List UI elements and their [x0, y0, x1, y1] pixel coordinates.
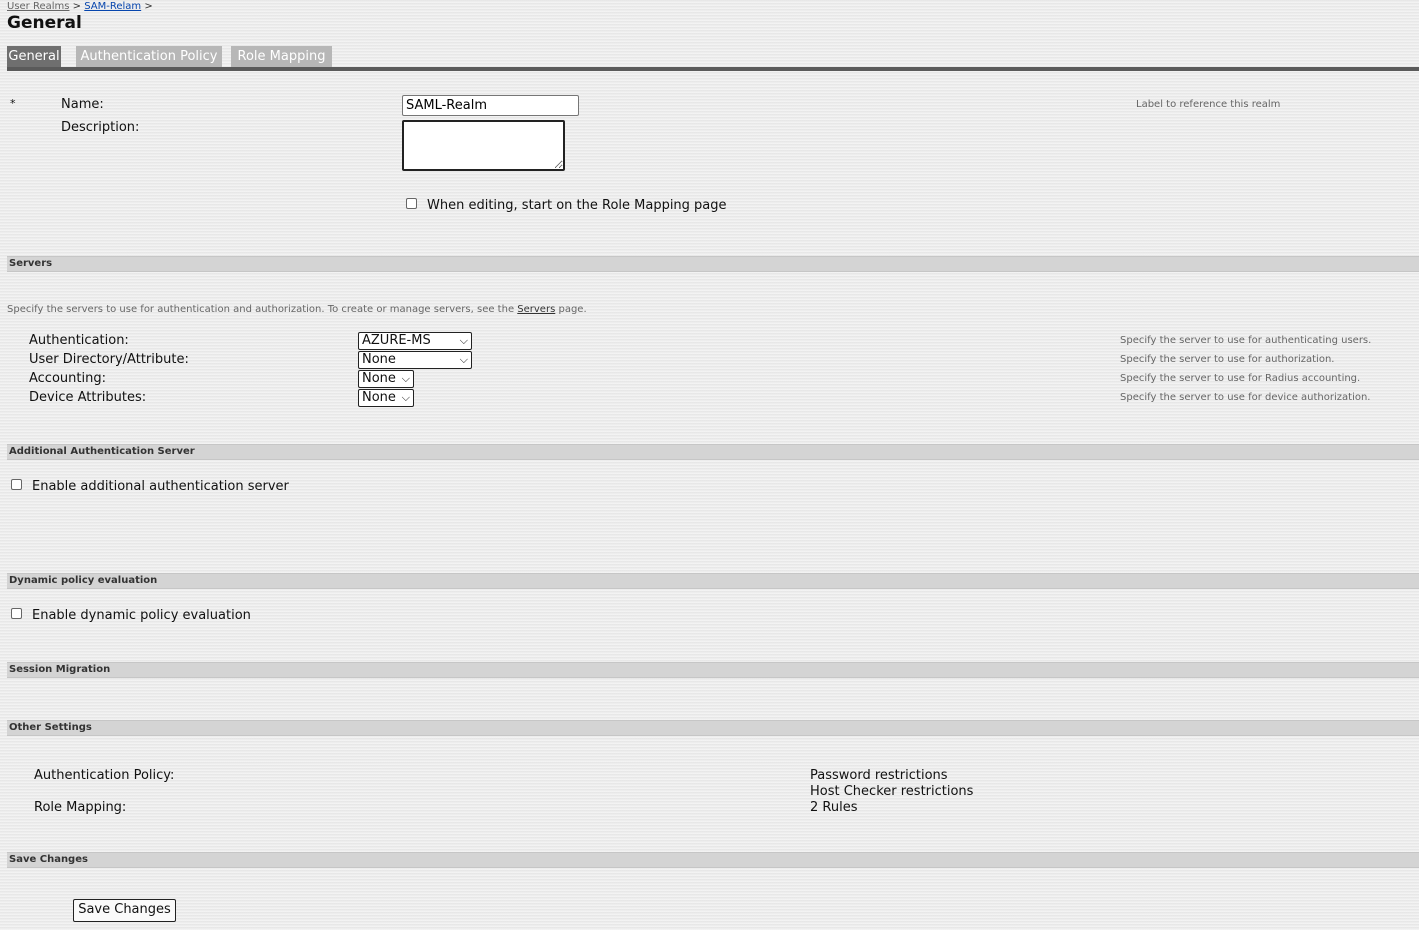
selected-value: None [362, 371, 396, 386]
auth-policy-label: Authentication Policy: [34, 768, 175, 783]
section-header-additional-auth: Additional Authentication Server [7, 444, 1419, 460]
servers-intro-suffix: page. [558, 304, 587, 315]
section-title: Servers [9, 258, 53, 269]
section-title: Additional Authentication Server [9, 446, 195, 457]
required-marker: * [10, 97, 16, 110]
additional-auth-label: Enable additional authentication server [32, 479, 289, 494]
user-directory-select[interactable]: None ⌵ [358, 351, 472, 369]
section-header-session-migration: Session Migration [7, 662, 1419, 678]
dynamic-policy-label: Enable dynamic policy evaluation [32, 608, 251, 623]
breadcrumb-user-realms-link[interactable]: User Realms [7, 1, 69, 12]
accounting-label: Accounting: [29, 371, 106, 386]
breadcrumb-realm-link[interactable]: SAM-Relam [84, 1, 141, 12]
section-header-servers: Servers [7, 256, 1419, 272]
tab-role-mapping[interactable]: Role Mapping [231, 46, 332, 67]
role-mapping-rules-link[interactable]: 2 Rules [810, 800, 857, 815]
page-title: General [7, 13, 82, 33]
accounting-hint: Specify the server to use for Radius acc… [1120, 373, 1361, 384]
description-label: Description: [61, 120, 140, 135]
name-hint: Label to reference this realm [1136, 99, 1281, 110]
selected-value: AZURE-MS [362, 333, 431, 348]
device-attributes-label: Device Attributes: [29, 390, 147, 405]
selected-value: None [362, 352, 396, 367]
section-title: Dynamic policy evaluation [9, 575, 158, 586]
section-title: Other Settings [9, 722, 92, 733]
tab-general[interactable]: General [7, 46, 61, 68]
servers-intro: Specify the servers to use for authentic… [7, 304, 587, 315]
chevron-down-icon: ⌵ [401, 391, 410, 404]
tab-authentication-policy[interactable]: Authentication Policy [76, 46, 222, 67]
breadcrumb: User Realms > SAM-Relam > [7, 1, 153, 12]
password-restrictions-link[interactable]: Password restrictions [810, 768, 948, 783]
name-input[interactable] [402, 95, 579, 116]
authentication-label: Authentication: [29, 333, 129, 348]
breadcrumb-separator: > [72, 1, 82, 12]
chevron-down-icon: ⌵ [401, 372, 410, 385]
user-directory-hint: Specify the server to use for authorizat… [1120, 354, 1335, 365]
name-label: Name: [61, 97, 104, 112]
description-textarea[interactable] [402, 120, 565, 171]
section-title: Session Migration [9, 664, 111, 675]
chevron-down-icon: ⌵ [459, 334, 468, 347]
selected-value: None [362, 390, 396, 405]
accounting-select[interactable]: None ⌵ [358, 370, 414, 388]
servers-page-link[interactable]: Servers [517, 304, 555, 315]
role-mapping-start-label: When editing, start on the Role Mapping … [427, 198, 727, 213]
role-mapping-start-checkbox[interactable] [406, 198, 417, 209]
dynamic-policy-checkbox[interactable] [11, 608, 22, 619]
breadcrumb-separator: > [144, 1, 153, 12]
additional-auth-checkbox[interactable] [11, 479, 22, 490]
device-attributes-hint: Specify the server to use for device aut… [1120, 392, 1371, 403]
authentication-hint: Specify the server to use for authentica… [1120, 335, 1372, 346]
host-checker-restrictions-link[interactable]: Host Checker restrictions [810, 784, 973, 799]
chevron-down-icon: ⌵ [459, 353, 468, 366]
user-directory-label: User Directory/Attribute: [29, 352, 189, 367]
section-header-save-changes: Save Changes [7, 852, 1419, 868]
role-mapping-label: Role Mapping: [34, 800, 127, 815]
save-changes-button[interactable]: Save Changes [73, 899, 176, 922]
section-header-dynamic-policy: Dynamic policy evaluation [7, 573, 1419, 589]
section-title: Save Changes [9, 854, 88, 865]
servers-intro-text: Specify the servers to use for authentic… [7, 304, 515, 315]
authentication-server-select[interactable]: AZURE-MS ⌵ [358, 332, 472, 350]
section-header-other-settings: Other Settings [7, 720, 1419, 736]
tab-underline [7, 67, 1419, 71]
device-attributes-select[interactable]: None ⌵ [358, 389, 414, 407]
